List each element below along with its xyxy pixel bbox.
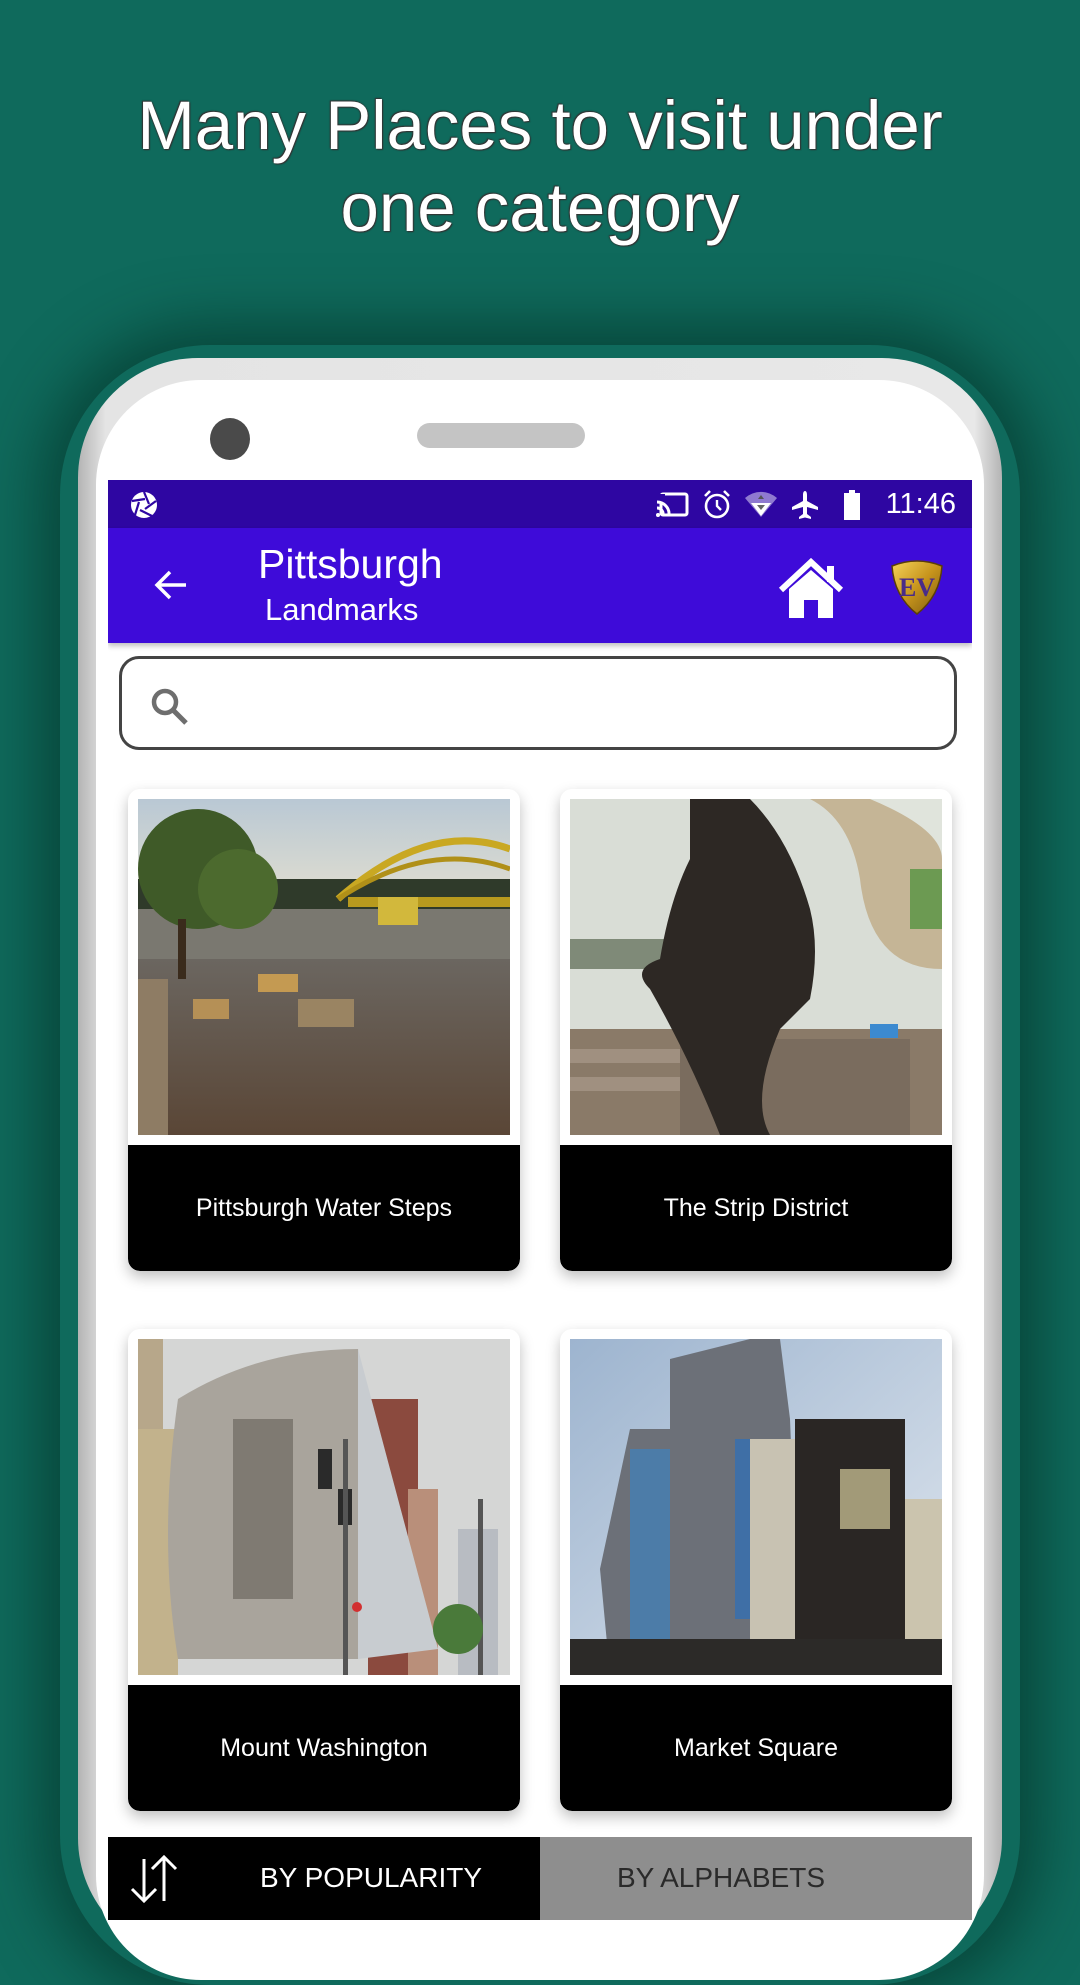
earpiece-speaker	[417, 423, 585, 448]
sort-icon	[130, 1854, 178, 1904]
promo-headline-line1: Many Places to visit under	[137, 87, 943, 164]
place-name: Pittsburgh Water Steps	[128, 1145, 520, 1271]
alarm-icon	[704, 490, 730, 519]
page-title: Pittsburgh	[258, 541, 443, 587]
place-card[interactable]: Mount Washington	[128, 1329, 520, 1811]
tab-by-popularity-label: BY POPULARITY	[260, 1862, 483, 1893]
tab-by-alphabets[interactable]: BY ALPHABETS	[540, 1837, 972, 1920]
place-photo	[138, 1339, 510, 1675]
front-camera	[210, 418, 250, 460]
wifi-icon	[745, 491, 777, 517]
arrow-left-icon[interactable]	[146, 560, 196, 610]
place-name: The Strip District	[560, 1145, 952, 1271]
place-photo	[138, 799, 510, 1135]
search-icon	[151, 688, 188, 725]
place-card[interactable]: Market Square	[560, 1329, 952, 1811]
search-bar[interactable]	[119, 656, 957, 750]
home-icon[interactable]	[776, 558, 846, 620]
place-name: Mount Washington	[128, 1685, 520, 1811]
tab-by-alphabets-label: BY ALPHABETS	[617, 1862, 826, 1893]
app-bar: Pittsburgh Landmarks EV	[108, 528, 972, 643]
page-subtitle: Landmarks	[265, 592, 419, 627]
app-screen: 11:46 Pittsburgh Landmarks EV Pittsburgh…	[108, 480, 972, 1920]
logo-text: EV	[899, 573, 935, 602]
promo-headline: Many Places to visit under one category	[0, 85, 1080, 249]
place-photo	[570, 799, 942, 1135]
promo-headline-line2: one category	[340, 169, 740, 246]
sort-tabs: BY POPULARITY BY ALPHABETS	[108, 1837, 972, 1920]
cast-icon	[656, 492, 689, 517]
aperture-icon	[131, 491, 157, 518]
place-card[interactable]: The Strip District	[560, 789, 952, 1271]
battery-icon	[844, 490, 860, 520]
place-name: Market Square	[560, 1685, 952, 1811]
tab-by-popularity[interactable]: BY POPULARITY	[108, 1837, 540, 1920]
search-input[interactable]	[212, 669, 936, 741]
status-bar: 11:46	[108, 480, 972, 528]
airplane-mode-icon	[792, 491, 818, 519]
status-time: 11:46	[885, 488, 956, 520]
ev-logo-icon[interactable]: EV	[888, 558, 946, 616]
place-card[interactable]: Pittsburgh Water Steps	[128, 789, 520, 1271]
place-photo	[570, 1339, 942, 1675]
